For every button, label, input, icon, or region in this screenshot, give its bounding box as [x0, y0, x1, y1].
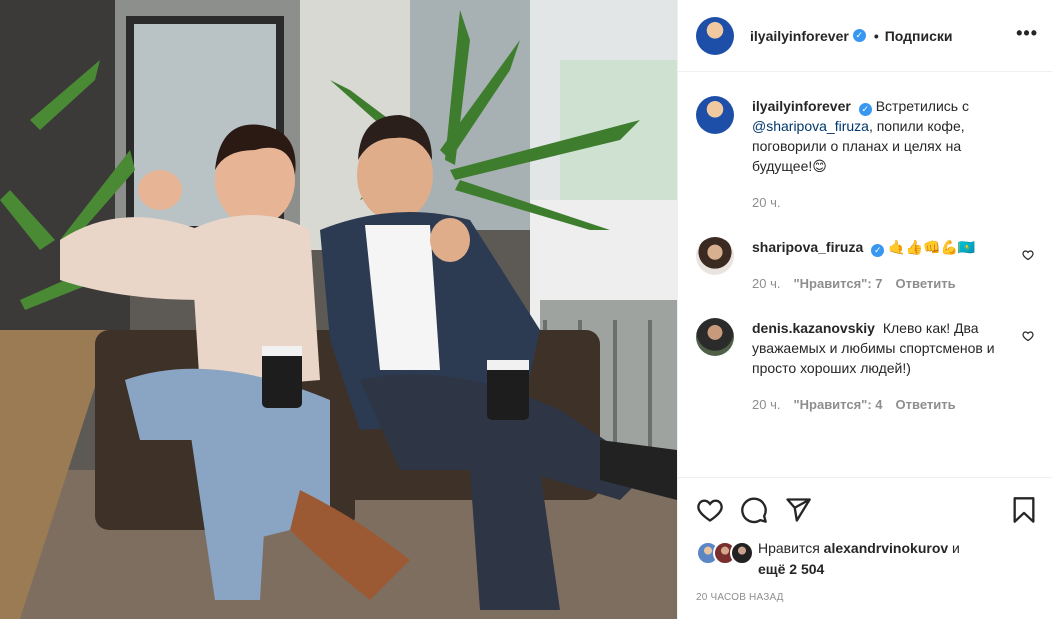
likes-mid: и	[948, 540, 960, 556]
caption: ilyailyinforever ✓ Встретились с @sharipo…	[696, 96, 1038, 213]
caption-meta: 20 ч.	[752, 193, 1014, 213]
comment-likes[interactable]: "Нравится": 4	[793, 395, 882, 415]
instagram-post-dialog: ilyailyinforever ✓ • Подписки ••• ilyail…	[0, 0, 1052, 619]
comment-icon[interactable]	[740, 496, 768, 524]
comment-item: denis.kazanovskiy Клево как! Два уважаем…	[696, 318, 1038, 415]
action-bar	[678, 477, 1052, 541]
author-avatar[interactable]	[696, 16, 734, 55]
commenter-username[interactable]: sharipova_firuza	[752, 239, 863, 255]
caption-author-avatar[interactable]	[696, 96, 734, 134]
liker-avatar	[730, 541, 754, 565]
post-header: ilyailyinforever ✓ • Подписки •••	[678, 0, 1052, 72]
caption-text-before: Встретились с	[875, 98, 969, 114]
reply-button[interactable]: Ответить	[896, 274, 956, 294]
post-photo-illustration	[0, 0, 677, 619]
comment-meta: 20 ч. "Нравится": 7 Ответить	[752, 274, 1014, 294]
comment-likes[interactable]: "Нравится": 7	[793, 274, 882, 294]
share-icon[interactable]	[784, 496, 812, 524]
posted-time[interactable]: 20 часов назад	[678, 589, 1052, 619]
caption-author[interactable]: ilyailyinforever	[752, 98, 851, 114]
separator-dot: •	[873, 27, 879, 44]
more-icon[interactable]: •••	[1016, 24, 1038, 44]
comment-like-heart-icon[interactable]	[1022, 330, 1034, 342]
comment-like-heart-icon[interactable]	[1022, 249, 1034, 261]
likes-prefix: Нравится	[758, 540, 824, 556]
author-username[interactable]: ilyailyinforever	[750, 28, 849, 44]
likes-summary: Нравится alexandrvinokurov и ещё 2 504	[678, 538, 1052, 589]
comment-item: sharipova_firuza ✓ 🤙👍👊💪🇰🇿 20 ч. "Нравится…	[696, 237, 1038, 294]
post-details-panel: ilyailyinforever ✓ • Подписки ••• ilyail…	[677, 0, 1052, 619]
comment-time[interactable]: 20 ч.	[752, 395, 780, 415]
following-button[interactable]: Подписки	[885, 28, 953, 44]
reply-button[interactable]: Ответить	[896, 395, 956, 415]
caption-body: ilyailyinforever ✓ Встретились с @sharipo…	[752, 96, 1038, 213]
heart-icon[interactable]	[696, 496, 724, 524]
liker-avatars[interactable]	[696, 541, 754, 565]
commenter-avatar[interactable]	[696, 318, 734, 356]
comments-list: ilyailyinforever ✓ Встретились с @sharipo…	[678, 72, 1052, 477]
comment-meta: 20 ч. "Нравится": 4 Ответить	[752, 395, 1014, 415]
commenter-avatar[interactable]	[696, 237, 734, 275]
mention-link[interactable]: @sharipova_firuza	[752, 118, 869, 134]
verified-icon: ✓	[858, 103, 872, 116]
comment-time[interactable]: 20 ч.	[752, 274, 780, 294]
commenter-username[interactable]: denis.kazanovskiy	[752, 320, 875, 336]
likes-count[interactable]: ещё 2 504	[758, 561, 824, 577]
verified-icon: ✓	[852, 29, 866, 42]
likes-text: Нравится alexandrvinokurov и ещё 2 504	[758, 538, 960, 580]
comment-body: denis.kazanovskiy Клево как! Два уважаем…	[752, 318, 1038, 415]
comment-body: sharipova_firuza ✓ 🤙👍👊💪🇰🇿 20 ч. "Нравится…	[752, 237, 1038, 294]
verified-icon: ✓	[871, 244, 885, 257]
caption-time[interactable]: 20 ч.	[752, 193, 780, 213]
comment-text: 🤙👍👊💪🇰🇿	[888, 239, 976, 255]
post-photo[interactable]	[0, 0, 677, 619]
liker-username[interactable]: alexandrvinokurov	[824, 540, 949, 556]
bookmark-icon[interactable]	[1010, 496, 1038, 524]
